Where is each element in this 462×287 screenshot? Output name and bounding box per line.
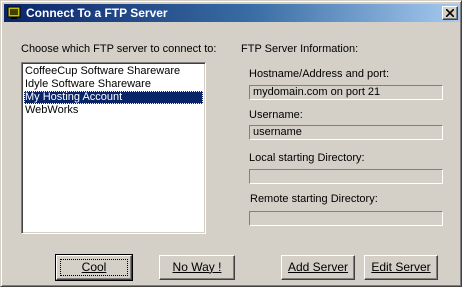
no-way-button[interactable]: No Way !	[159, 255, 235, 280]
cool-button[interactable]: Cool	[55, 254, 133, 281]
close-button[interactable]	[442, 6, 458, 20]
server-info-heading: FTP Server Information:	[241, 43, 359, 55]
ftp-app-icon	[7, 6, 21, 20]
hostname-field: mydomain.com on port 21	[249, 85, 443, 100]
server-listbox[interactable]: CoffeeCup Software Shareware Idyle Softw…	[21, 62, 206, 234]
close-icon	[446, 9, 454, 17]
hostname-label: Hostname/Address and port:	[249, 68, 390, 80]
server-list-item-selected[interactable]: My Hosting Account	[24, 91, 203, 104]
local-dir-label: Local starting Directory:	[249, 152, 365, 164]
server-list-item[interactable]: Idyle Software Shareware	[24, 78, 203, 91]
window-title: Connect To a FTP Server	[26, 6, 168, 20]
server-list-item[interactable]: WebWorks	[24, 104, 203, 117]
username-field: username	[249, 125, 443, 140]
server-list-heading: Choose which FTP server to connect to:	[21, 43, 217, 55]
add-server-button-label: Add Server	[287, 260, 349, 274]
title-bar[interactable]: Connect To a FTP Server	[4, 4, 460, 22]
add-server-button[interactable]: Add Server	[281, 255, 355, 280]
no-way-button-label: No Way !	[172, 260, 222, 274]
remote-dir-field	[249, 211, 443, 226]
edit-server-button[interactable]: Edit Server	[364, 255, 438, 280]
server-list-item[interactable]: CoffeeCup Software Shareware	[24, 65, 203, 78]
local-dir-field	[249, 169, 443, 184]
dialog-window: Connect To a FTP Server Choose which FTP…	[0, 0, 462, 287]
cool-button-label: Cool	[81, 260, 107, 274]
remote-dir-label: Remote starting Directory:	[250, 193, 378, 205]
edit-server-button-label: Edit Server	[371, 260, 431, 274]
username-label: Username:	[249, 109, 303, 121]
